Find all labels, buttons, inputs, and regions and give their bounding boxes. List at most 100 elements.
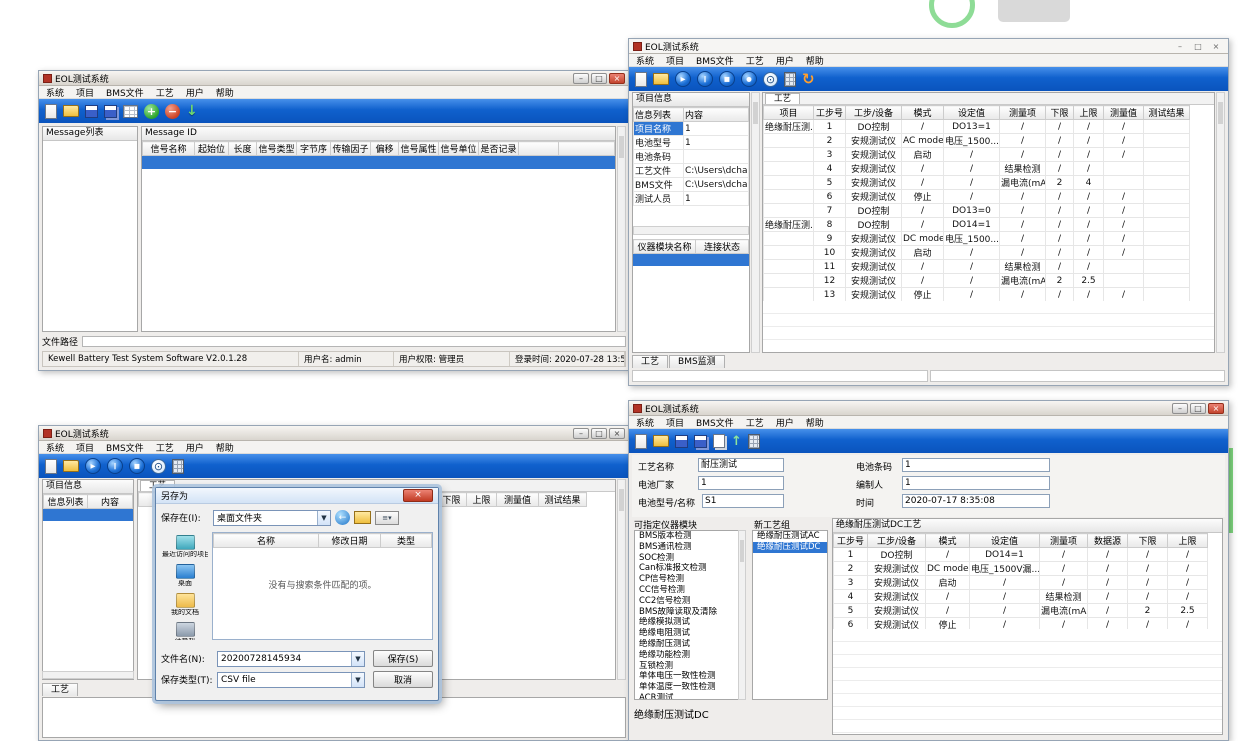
table-row[interactable]: BMS文件C:\Users\dchangjiang\Desktop...	[634, 178, 749, 192]
selected-signal-row[interactable]	[142, 156, 615, 169]
copy-icon[interactable]	[713, 434, 725, 448]
calculator-icon[interactable]	[748, 434, 760, 449]
record-icon[interactable]: ●	[741, 71, 757, 87]
close-button[interactable]: ×	[609, 428, 625, 439]
column-header[interactable]: 测量值	[1104, 106, 1144, 120]
column-header[interactable]: 下限	[1046, 106, 1074, 120]
maximize-button[interactable]: □	[1190, 403, 1206, 414]
minimize-button[interactable]: –	[573, 428, 589, 439]
column-header[interactable]: 上限	[467, 493, 497, 507]
column-header[interactable]: 信号属性	[399, 142, 439, 156]
clock-icon[interactable]: ⊙	[763, 72, 778, 87]
scrollbar-thumb[interactable]	[619, 136, 624, 158]
menu-item[interactable]: 帮助	[216, 441, 234, 454]
modules-scrollbar[interactable]	[738, 530, 746, 700]
export-icon[interactable]: ↑	[731, 434, 742, 449]
place-item[interactable]: 桌面	[161, 561, 209, 590]
battery-barcode-input[interactable]: 1	[902, 458, 1050, 472]
scrollbar-thumb[interactable]	[1218, 102, 1223, 124]
table-row[interactable]: 3安规测试仪启动/////	[834, 576, 1222, 590]
close-button[interactable]: ×	[609, 73, 625, 84]
column-header[interactable]: 类型	[381, 534, 432, 548]
calculator-icon[interactable]	[172, 459, 184, 474]
table-row[interactable]: 7DO控制/DO13=0////	[764, 204, 1214, 218]
message-id-header[interactable]: Message ID	[142, 127, 615, 141]
menu-item[interactable]: BMS文件	[106, 86, 144, 99]
column-header[interactable]: 名称	[214, 534, 319, 548]
play-icon[interactable]: ▶	[85, 458, 101, 474]
scrollbar-thumb[interactable]	[753, 102, 758, 124]
restore-button[interactable]: □	[1190, 41, 1206, 52]
titlebar[interactable]: EOL测试系统 – □ ×	[629, 39, 1228, 54]
column-header[interactable]: 长度	[229, 142, 257, 156]
column-header[interactable]: 连接状态	[696, 240, 749, 254]
save-icon[interactable]	[675, 435, 688, 448]
close-icon[interactable]: ×	[403, 489, 433, 502]
save-in-combobox[interactable]: 桌面文件夹 ▼	[213, 510, 331, 526]
filename-input[interactable]: 20200728145934 ▼	[217, 651, 365, 667]
column-header[interactable]: 数据源	[1088, 534, 1128, 548]
module-item[interactable]: 互锁检测	[635, 661, 745, 672]
module-item[interactable]: 绝缘模拟测试	[635, 617, 745, 628]
pause-icon[interactable]: ‖	[697, 71, 713, 87]
menu-item[interactable]: 帮助	[806, 54, 824, 67]
menu-item[interactable]: 工艺	[156, 441, 174, 454]
column-header[interactable]: 下限	[437, 493, 467, 507]
column-header[interactable]: 测量项	[1040, 534, 1088, 548]
horizontal-scrollbar[interactable]	[633, 226, 749, 235]
column-header[interactable]: 仪器模块名称	[634, 240, 696, 254]
column-header[interactable]: 下限	[1128, 534, 1168, 548]
vertical-scrollbar[interactable]	[617, 126, 626, 332]
column-header[interactable]: 偏移	[371, 142, 399, 156]
menu-item[interactable]: 帮助	[806, 416, 824, 429]
table-row[interactable]: 4安规测试仪//结果检测///	[834, 590, 1222, 604]
tab-process[interactable]: 工艺	[765, 93, 800, 104]
column-header[interactable]: 上限	[1074, 106, 1104, 120]
module-item[interactable]: CP信号检测	[635, 574, 745, 585]
table-row[interactable]: 9安规测试仪DC mode电压_1500...////	[764, 232, 1214, 246]
place-item[interactable]: 计算机	[161, 619, 209, 640]
vertical-scrollbar[interactable]	[617, 479, 626, 680]
menu-item[interactable]: 工艺	[156, 86, 174, 99]
module-item[interactable]: 绝缘耐压测试	[635, 639, 745, 650]
scrollbar-thumb[interactable]	[619, 489, 624, 511]
table-row[interactable]: 电池型号1	[634, 136, 749, 150]
views-menu-icon[interactable]: ≡▾	[375, 511, 399, 525]
signal-table-icon[interactable]	[123, 105, 138, 118]
table-row[interactable]: 测试人员1	[634, 192, 749, 206]
titlebar[interactable]: EOL测试系统 – □ ×	[39, 426, 629, 441]
table-row[interactable]: 6安规测试仪停止/////	[764, 190, 1214, 204]
menu-item[interactable]: BMS文件	[696, 416, 734, 429]
column-header[interactable]: 信息列表	[634, 108, 684, 122]
stop-icon[interactable]: ■	[129, 458, 145, 474]
table-row[interactable]: 电池条码	[634, 150, 749, 164]
titlebar[interactable]: EOL测试系统 – □ ×	[39, 71, 629, 86]
column-header[interactable]	[519, 142, 559, 156]
open-folder-icon[interactable]	[653, 435, 669, 447]
selected-info-row[interactable]	[43, 509, 133, 521]
table-row[interactable]: 5安规测试仪//漏电流(mA)24	[764, 176, 1214, 190]
remove-signal-icon[interactable]: −	[165, 104, 180, 119]
column-header[interactable]: 信号名称	[143, 142, 195, 156]
bottom-tab[interactable]: 工艺	[632, 355, 668, 368]
column-header[interactable]: 测量项	[1000, 106, 1046, 120]
menu-item[interactable]: 系统	[46, 441, 64, 454]
column-header[interactable]: 模式	[926, 534, 970, 548]
menu-item[interactable]: 用户	[776, 416, 794, 429]
battery-model-input[interactable]: S1	[702, 494, 784, 508]
pause-icon[interactable]: ‖	[107, 458, 123, 474]
menu-item[interactable]: 系统	[636, 416, 654, 429]
selected-module-row[interactable]	[633, 254, 749, 266]
chevron-down-icon[interactable]: ▼	[351, 673, 364, 687]
menu-item[interactable]: 用户	[186, 86, 204, 99]
module-item[interactable]: BMS故障读取及清除	[635, 607, 745, 618]
column-header[interactable]: 传输因子	[331, 142, 371, 156]
table-row[interactable]: 2安规测试仪DC mode电压_1500V漏...////	[834, 562, 1222, 576]
table-row[interactable]: 绝缘耐压测...1DO控制/DO13=1////	[764, 120, 1214, 134]
module-item[interactable]: CC信号检测	[635, 585, 745, 596]
column-header[interactable]: 工步/设备	[868, 534, 926, 548]
add-signal-icon[interactable]: +	[144, 104, 159, 119]
table-row[interactable]: 10安规测试仪启动/////	[764, 246, 1214, 260]
open-folder-icon[interactable]	[653, 73, 669, 85]
save-as-icon[interactable]	[104, 105, 117, 118]
